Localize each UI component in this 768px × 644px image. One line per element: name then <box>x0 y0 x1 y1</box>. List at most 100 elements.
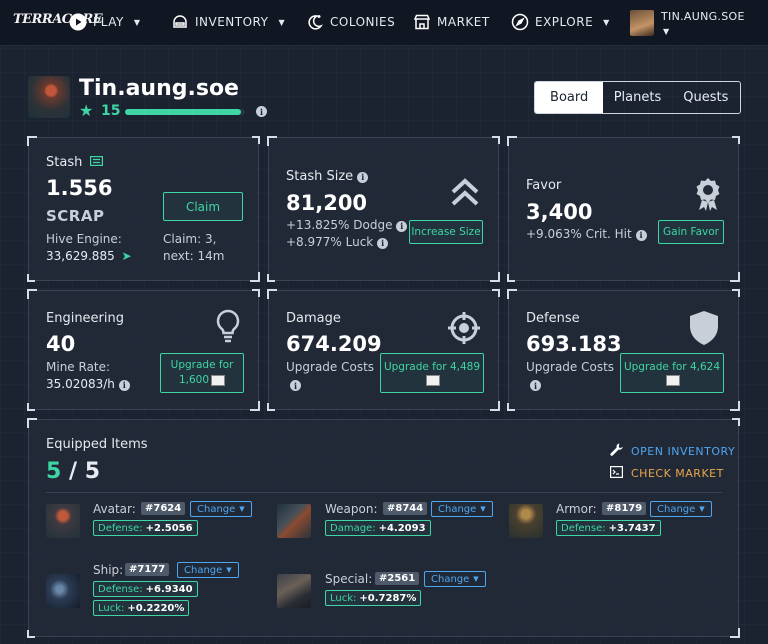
avatar-item-image[interactable] <box>46 504 80 538</box>
crit-bonus: +9.063% Crit. Hit i <box>526 227 647 241</box>
chevron-down-icon: ▼ <box>699 505 705 513</box>
armor-id-badge: #8179 <box>602 502 647 515</box>
send-icon[interactable]: ➤ <box>122 249 132 263</box>
upgrade-engineering-button[interactable]: Upgrade for 1,600 <box>160 353 244 393</box>
profile-level: 15 <box>101 103 121 119</box>
engineering-value: 40 <box>46 332 76 356</box>
award-badge-icon <box>694 176 722 216</box>
stash-unit: SCRAP <box>46 207 105 225</box>
xp-progress-fill <box>125 109 242 115</box>
damage-card: Damage 674.209 Upgrade Costs i Upgrade f… <box>267 289 500 411</box>
avatar-change-button[interactable]: Change ▼ <box>190 501 252 517</box>
armor-change-button[interactable]: Change ▼ <box>650 501 712 517</box>
claim-button[interactable]: Claim <box>163 192 243 221</box>
engineering-card: Engineering 40 Mine Rate: 35.02083/h i U… <box>27 289 260 411</box>
special-stat-badge: Luck: +0.7287% <box>325 590 422 606</box>
upgrade-damage-button[interactable]: Upgrade for 4,489 <box>380 353 484 393</box>
favor-card: Favor 3,400 +9.063% Crit. Hit i Gain Fav… <box>507 136 740 282</box>
profile-avatar <box>28 76 70 118</box>
info-icon[interactable]: i <box>396 220 408 232</box>
terminal-icon <box>610 466 624 481</box>
mine-rate-value: 35.02083/h i <box>46 377 130 391</box>
nav-market-label: MARKET <box>437 15 490 29</box>
special-slot-label: Special: <box>325 572 373 586</box>
info-icon[interactable]: i <box>357 171 369 183</box>
damage-costs-label: Upgrade Costs <box>286 360 375 374</box>
chevron-down-icon: ▼ <box>226 566 232 574</box>
favor-title: Favor <box>526 178 562 193</box>
open-inventory-link[interactable]: OPEN INVENTORY <box>610 443 735 459</box>
check-market-link[interactable]: CHECK MARKET <box>610 466 724 481</box>
nav-inventory[interactable]: INVENTORY ▼ <box>171 13 285 31</box>
compass-icon <box>511 13 529 31</box>
special-item-image[interactable] <box>277 574 311 608</box>
equipped-items-title: Equipped Items <box>46 437 148 452</box>
increase-size-button[interactable]: Increase Size <box>409 220 483 244</box>
nav-market[interactable]: MARKET <box>413 13 490 31</box>
avatar-stat-badge: Defense: +2.5056 <box>93 520 198 536</box>
special-change-button[interactable]: Change ▼ <box>424 571 486 587</box>
chevron-down-icon: ▼ <box>278 17 286 27</box>
user-avatar[interactable] <box>630 10 654 36</box>
ship-id-badge: #7177 <box>125 563 170 576</box>
chevron-down-icon: ▼ <box>473 575 479 583</box>
gain-favor-button[interactable]: Gain Favor <box>658 220 724 244</box>
store-icon <box>413 13 431 31</box>
stash-size-title: Stash Size i <box>286 169 369 184</box>
ship-change-button[interactable]: Change ▼ <box>177 562 239 578</box>
claim-next: next: 14m <box>163 249 225 263</box>
tab-board[interactable]: Board <box>535 82 604 113</box>
info-icon[interactable]: i <box>530 380 541 391</box>
avatar-id-badge: #7624 <box>141 502 186 515</box>
tab-planets[interactable]: Planets <box>603 82 671 113</box>
nav-inventory-label: INVENTORY <box>195 15 269 29</box>
nav-play[interactable]: PLAY ▼ <box>69 13 140 31</box>
tab-quests[interactable]: Quests <box>672 82 740 113</box>
stash-title: Stash <box>46 155 104 170</box>
special-id-badge: #2561 <box>375 572 420 585</box>
defense-title: Defense <box>526 311 580 326</box>
info-icon[interactable]: i <box>118 379 130 391</box>
info-icon[interactable]: i <box>256 106 267 117</box>
weapon-change-button[interactable]: Change ▼ <box>431 501 493 517</box>
scrap-token-icon <box>211 374 226 386</box>
defense-card: Defense 693.183 Upgrade Costs i Upgrade … <box>507 289 740 411</box>
nav-explore-label: EXPLORE <box>535 15 594 29</box>
moon-icon <box>306 13 324 31</box>
info-icon[interactable]: i <box>290 380 301 391</box>
double-chevron-up-icon <box>449 176 481 212</box>
upgrade-defense-button[interactable]: Upgrade for 4,624 <box>620 353 724 393</box>
nav-colonies-label: COLONIES <box>330 15 396 29</box>
chevron-down-icon[interactable]: ▼ <box>663 27 669 36</box>
helmet-icon <box>171 13 189 31</box>
damage-value: 674.209 <box>286 332 382 356</box>
hive-engine-label: Hive Engine: <box>46 232 122 246</box>
armor-stat-badge: Defense: +3.7437 <box>556 520 661 536</box>
weapon-item-image[interactable] <box>277 504 311 538</box>
view-tabs: Board Planets Quests <box>534 81 741 114</box>
ship-stat-badge-defense: Defense: +6.9340 <box>93 581 198 597</box>
nav-play-label: PLAY <box>93 15 124 29</box>
chevron-down-icon: ▼ <box>603 17 610 27</box>
profile-name: Tin.aung.soe <box>79 76 239 101</box>
nav-colonies[interactable]: COLONIES <box>306 13 395 31</box>
nav-explore[interactable]: EXPLORE ▼ <box>511 13 610 31</box>
star-icon: ★ <box>79 101 94 120</box>
stash-amount: 1.556 <box>46 176 113 200</box>
scrap-token-icon <box>426 375 440 386</box>
stash-card: Stash 1.556 SCRAP Hive Engine: 33,629.88… <box>27 136 260 282</box>
info-icon[interactable]: i <box>377 237 389 249</box>
scrap-token-icon <box>666 375 680 386</box>
ship-stat-badge-luck: Luck: +0.2220% <box>93 600 190 616</box>
armor-item-image[interactable] <box>509 504 543 538</box>
divider <box>46 492 722 493</box>
play-icon <box>69 13 87 31</box>
defense-value: 693.183 <box>526 332 622 356</box>
defense-costs-label: Upgrade Costs <box>526 360 615 374</box>
user-name[interactable]: TIN.AUNG.SOE <box>661 10 745 23</box>
stash-size-card: Stash Size i 81,200 +13.825% Dodge i +8.… <box>267 136 500 282</box>
ship-item-image[interactable] <box>46 574 80 608</box>
info-icon[interactable]: i <box>635 229 647 241</box>
chevron-down-icon: ▼ <box>480 505 486 513</box>
engineering-title: Engineering <box>46 311 124 326</box>
